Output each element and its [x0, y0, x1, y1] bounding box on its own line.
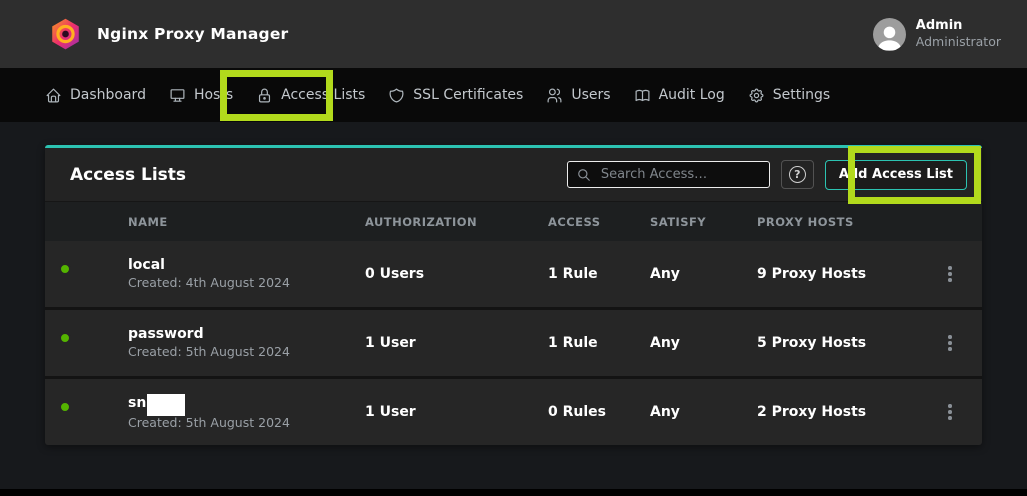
page-content: Access Lists ? Add Access List NAME AUTH… — [0, 122, 1027, 496]
access-lists-table-body: local Created: 4th August 2024 0 Users 1… — [45, 241, 982, 445]
add-access-list-button[interactable]: Add Access List — [825, 160, 967, 190]
search-box[interactable] — [567, 161, 770, 188]
column-header-satisfy: SATISFY — [650, 215, 757, 229]
nav-item-audit-log[interactable]: Audit Log — [634, 87, 725, 104]
user-name: Admin — [916, 18, 1001, 34]
name-cell: local Created: 4th August 2024 — [128, 256, 365, 292]
table-row[interactable]: password Created: 5th August 2024 1 User… — [45, 310, 982, 376]
column-header-access: ACCESS — [548, 215, 650, 229]
person-icon — [873, 20, 906, 51]
name-cell: password Created: 5th August 2024 — [128, 325, 365, 361]
name-cell: sn Created: 5th August 2024 — [128, 393, 365, 432]
home-icon — [45, 87, 62, 104]
nav-item-dashboard[interactable]: Dashboard — [45, 87, 146, 104]
nav-label: Hosts — [194, 87, 233, 103]
monitor-icon — [169, 87, 186, 104]
row-menu-kebab-icon[interactable] — [943, 333, 957, 353]
row-menu-kebab-icon[interactable] — [943, 402, 957, 422]
search-input[interactable] — [599, 166, 760, 183]
table-header-row: NAME AUTHORIZATION ACCESS SATISFY PROXY … — [45, 201, 982, 241]
column-header-proxy-hosts: PROXY HOSTS — [757, 215, 925, 229]
nav-label: Settings — [773, 87, 830, 103]
page-title: Access Lists — [70, 165, 186, 185]
actions-cell — [925, 333, 982, 353]
row-menu-kebab-icon[interactable] — [943, 264, 957, 284]
access-lists-card: Access Lists ? Add Access List NAME AUTH… — [45, 145, 982, 445]
help-circle-icon: ? — [789, 166, 806, 183]
nav-label: Audit Log — [659, 87, 725, 103]
created-date: Created: 5th August 2024 — [128, 344, 365, 361]
access-list-name: local — [128, 256, 165, 275]
search-icon — [577, 168, 591, 182]
card-controls: ? Add Access List — [567, 160, 967, 190]
nav-item-access-lists[interactable]: Access Lists — [256, 87, 365, 104]
nav-item-ssl-certificates[interactable]: SSL Certificates — [388, 87, 523, 104]
main-nav: Dashboard Hosts Access Lists SSL Certifi… — [0, 68, 1027, 122]
bottom-black-strip — [0, 489, 1027, 496]
online-status-dot — [59, 263, 71, 275]
table-row[interactable]: local Created: 4th August 2024 0 Users 1… — [45, 241, 982, 307]
satisfy-cell: Any — [650, 404, 757, 420]
authorization-cell: 0 Users — [365, 266, 548, 282]
authorization-cell: 1 User — [365, 404, 548, 420]
top-bar: Nginx Proxy Manager Admin Administrator — [0, 0, 1027, 68]
column-header-name: NAME — [128, 215, 365, 229]
user-menu[interactable]: Admin Administrator — [873, 18, 1001, 51]
book-icon — [634, 87, 651, 104]
access-list-name: password — [128, 325, 204, 344]
online-status-dot — [59, 401, 71, 413]
nginx-proxy-manager-logo-icon — [48, 16, 83, 52]
nav-label: Access Lists — [281, 87, 365, 103]
access-list-name: sn — [128, 394, 146, 413]
lock-icon — [256, 87, 273, 104]
actions-cell — [925, 402, 982, 422]
access-cell: 0 Rules — [548, 404, 650, 420]
created-date: Created: 5th August 2024 — [128, 415, 365, 432]
card-header: Access Lists ? Add Access List — [45, 148, 982, 201]
users-icon — [546, 87, 563, 104]
column-header-authorization: AUTHORIZATION — [365, 215, 548, 229]
shield-icon — [388, 87, 405, 104]
nav-item-users[interactable]: Users — [546, 87, 610, 104]
nav-label: SSL Certificates — [413, 87, 523, 103]
nav-item-settings[interactable]: Settings — [748, 87, 830, 104]
proxy-hosts-cell: 2 Proxy Hosts — [757, 404, 925, 420]
proxy-hosts-cell: 5 Proxy Hosts — [757, 335, 925, 351]
online-status-dot — [59, 332, 71, 344]
user-avatar[interactable] — [873, 18, 906, 51]
satisfy-cell: Any — [650, 266, 757, 282]
user-role: Administrator — [916, 34, 1001, 50]
nav-label: Users — [571, 87, 610, 103]
access-cell: 1 Rule — [548, 266, 650, 282]
satisfy-cell: Any — [650, 335, 757, 351]
access-cell: 1 Rule — [548, 335, 650, 351]
nav-label: Dashboard — [70, 87, 146, 103]
gear-icon — [748, 87, 765, 104]
proxy-hosts-cell: 9 Proxy Hosts — [757, 266, 925, 282]
help-button[interactable]: ? — [781, 160, 814, 189]
nav-item-hosts[interactable]: Hosts — [169, 87, 233, 104]
redaction-box — [147, 394, 185, 416]
actions-cell — [925, 264, 982, 284]
table-row[interactable]: sn Created: 5th August 2024 1 User 0 Rul… — [45, 379, 982, 445]
app-title: Nginx Proxy Manager — [97, 25, 288, 43]
authorization-cell: 1 User — [365, 335, 548, 351]
created-date: Created: 4th August 2024 — [128, 275, 365, 292]
